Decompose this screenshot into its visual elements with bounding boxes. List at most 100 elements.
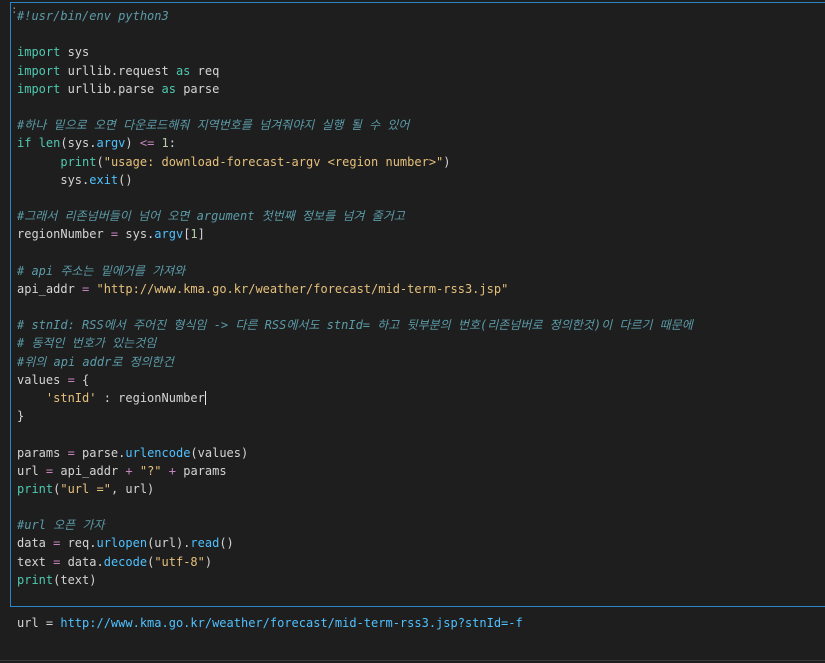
code-line[interactable]: # 동적인 번호가 있는것임 — [17, 334, 693, 352]
code-line[interactable]: ​ — [17, 498, 693, 516]
code-text: regionNumber — [17, 227, 111, 242]
code-line[interactable]: # api 주소는 밑에거를 가져와 — [17, 262, 693, 280]
code-text: (text) — [53, 572, 97, 587]
string-token: "?" — [139, 463, 162, 478]
code-line[interactable]: params = parse.urlencode(values) — [17, 444, 693, 462]
string-token: "usage: download-forecast-argv <region n… — [103, 154, 444, 169]
code-text: () — [219, 536, 234, 551]
code-line[interactable]: print("url =", url) — [17, 480, 693, 498]
comment-token: #그래서 리존넘버들이 넘어 오면 argument 첫번째 정보를 넘겨 줄거… — [17, 209, 405, 224]
code-line[interactable]: #그래서 리존넘버들이 넘어 오면 argument 첫번째 정보를 넘겨 줄거… — [17, 207, 693, 225]
code-line[interactable]: #위의 api addr로 정의한건 — [17, 353, 693, 371]
comment-token: #url 오픈 가자 — [17, 518, 105, 533]
attribute-token: decode — [103, 554, 148, 569]
code-text: (values) — [190, 445, 249, 460]
keyword-token: import — [17, 45, 61, 60]
keyword-token: as — [161, 81, 176, 96]
comment-token: #하나 밑으로 오면 다운로드해줘 지역번호를 넘겨줘야지 실행 될 수 있어 — [17, 118, 410, 133]
code-text: : — [168, 136, 177, 151]
code-line[interactable]: } — [17, 407, 693, 425]
code-text: ( — [96, 154, 104, 169]
code-line[interactable]: # stnId: RSS에서 주어진 형식임 -> 다른 RSS에서도 stnI… — [17, 316, 693, 334]
code-line[interactable]: 'stnId' : regionNumber — [17, 389, 693, 407]
code-line[interactable]: print(text) — [17, 571, 693, 589]
code-line[interactable]: ​ — [17, 25, 693, 43]
code-text: ) — [125, 136, 140, 151]
code-text: parse. — [74, 445, 126, 460]
code-line[interactable]: url = api_addr + "?" + params — [17, 462, 693, 480]
comment-token: # stnId: RSS에서 주어진 형식임 -> 다른 RSS에서도 stnI… — [17, 318, 693, 333]
code-line[interactable]: ​ — [17, 243, 693, 261]
code-line[interactable]: ​ — [17, 189, 693, 207]
code-line[interactable]: data = req.urlopen(url).read() — [17, 534, 693, 552]
code-line[interactable]: regionNumber = sys.argv[1] — [17, 225, 693, 243]
comment-token: #위의 api addr로 정의한건 — [17, 354, 174, 369]
bracket-token: { — [82, 372, 90, 387]
code-text: , url) — [110, 481, 155, 496]
code-line[interactable]: values = { — [17, 371, 693, 389]
cell-marker: : — [11, 3, 18, 16]
attribute-token: argv — [154, 227, 184, 242]
code-text: : regionNumber — [96, 390, 205, 405]
code-line[interactable]: text = data.decode("utf-8") — [17, 553, 693, 571]
comment-token: # 동적인 번호가 있는것임 — [17, 336, 157, 351]
bracket-token: ] — [197, 227, 205, 242]
code-line[interactable]: #url 오픈 가자 — [17, 516, 693, 534]
operator-token: = — [67, 445, 75, 460]
keyword-token: as — [175, 63, 191, 78]
code-text: params — [17, 445, 68, 460]
keyword-token: if — [17, 136, 32, 151]
text-cursor — [204, 391, 206, 406]
builtin-token: print — [17, 481, 54, 496]
code-text: params — [176, 463, 227, 478]
code-text: api_addr — [53, 463, 126, 478]
code-line[interactable]: sys.exit() — [17, 171, 693, 189]
code-line[interactable]: print("usage: download-forecast-argv <re… — [17, 153, 693, 171]
builtin-token: print — [60, 154, 97, 169]
code-line[interactable]: import urllib.request as req — [17, 62, 693, 80]
code-text: () — [118, 172, 133, 187]
code-text: req. — [60, 536, 97, 551]
code-line[interactable]: ​ — [17, 298, 693, 316]
code-text: url — [17, 463, 46, 478]
code-line[interactable]: if len(sys.argv) <= 1: — [17, 134, 693, 152]
code-line[interactable]: api_addr = "http://www.kma.go.kr/weather… — [17, 280, 693, 298]
operator-token: + — [125, 463, 133, 478]
attribute-token: urlencode — [125, 445, 191, 460]
cell-output: url = http://www.kma.go.kr/weather/forec… — [17, 614, 523, 632]
bracket-token: } — [17, 409, 25, 424]
operator-token: <= — [139, 136, 155, 151]
output-link[interactable]: http://www.kma.go.kr/weather/forecast/mi… — [60, 616, 522, 630]
code-text: sys — [60, 45, 90, 60]
keyword-token: import — [17, 63, 61, 78]
code-text: urllib.parse — [60, 81, 162, 96]
attribute-token: exit — [89, 172, 119, 187]
string-token: "utf-8" — [154, 554, 205, 569]
code-text: req — [190, 63, 220, 78]
operator-token: = — [67, 372, 75, 387]
code-line[interactable]: ​ — [17, 425, 693, 443]
code-line[interactable]: #하나 밑으로 오면 다운로드해줘 지역번호를 넘겨줘야지 실행 될 수 있어 — [17, 116, 693, 134]
builtin-token: print — [17, 572, 54, 587]
code-text: (sys. — [60, 136, 97, 151]
code-text: sys. — [17, 172, 90, 187]
code-editor[interactable]: #!usr/bin/env python3​import sysimport u… — [17, 7, 693, 589]
output-prefix: url = — [17, 616, 61, 630]
code-text: data — [17, 536, 54, 551]
keyword-token: import — [17, 81, 61, 96]
code-text: urllib.request — [60, 63, 176, 78]
code-line[interactable]: ​ — [17, 98, 693, 116]
code-text: ) — [204, 554, 213, 569]
code-line[interactable]: import urllib.parse as parse — [17, 80, 693, 98]
code-line[interactable]: #!usr/bin/env python3 — [17, 7, 693, 25]
code-cell[interactable]: : #!usr/bin/env python3​import sysimport… — [10, 2, 825, 607]
code-text: (url). — [147, 536, 191, 551]
code-line[interactable]: import sys — [17, 43, 693, 61]
builtin-token: len — [38, 136, 61, 151]
